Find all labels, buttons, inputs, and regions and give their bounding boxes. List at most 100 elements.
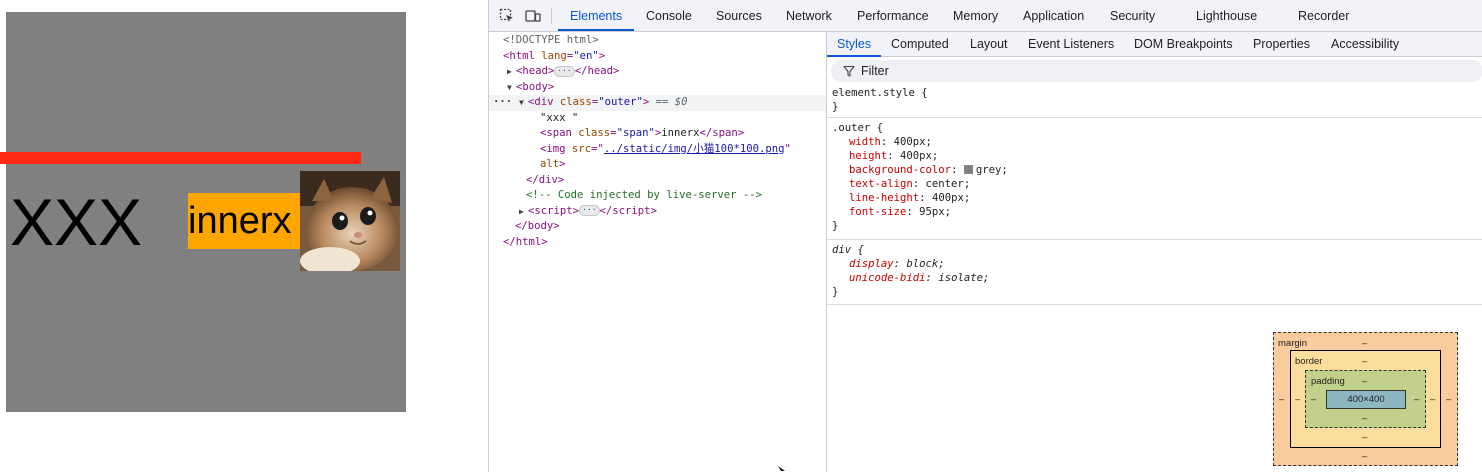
expand-triangle-icon[interactable]: ▶ — [519, 204, 528, 220]
rule-div-user-agent[interactable]: div { display: block; unicode-bidi: isol… — [827, 240, 1482, 305]
collapse-triangle-icon[interactable]: ▼ — [507, 80, 516, 96]
tab-styles[interactable]: Styles — [837, 32, 871, 56]
rule-selector: div { — [832, 244, 864, 256]
css-property[interactable]: font-size: 95px; — [849, 205, 951, 219]
margin-left-value[interactable]: – — [1279, 395, 1284, 405]
tab-dom-breakpoints[interactable]: DOM Breakpoints — [1134, 32, 1233, 56]
img-src-link[interactable]: ../static/img/小猫100*100.png — [604, 143, 785, 155]
rule-selector: element.style { — [832, 87, 928, 99]
cat-image — [300, 171, 400, 271]
border-left-value[interactable]: – — [1295, 395, 1300, 405]
padding-left-value[interactable]: – — [1311, 395, 1316, 405]
padding-right-value[interactable]: – — [1414, 395, 1419, 405]
dom-doctype[interactable]: <!DOCTYPE html> — [489, 33, 826, 49]
img-tag: img — [546, 142, 566, 155]
tab-lighthouse[interactable]: Lighthouse — [1196, 0, 1257, 31]
dom-html[interactable]: <html lang="en"> — [489, 49, 826, 65]
dom-head[interactable]: ▶ <head> ··· </head> — [489, 64, 826, 80]
filter-icon — [843, 65, 855, 77]
tab-security[interactable]: Security — [1110, 0, 1155, 31]
dom-body[interactable]: ▼ <body> — [489, 80, 826, 96]
rule-close: } — [832, 286, 839, 298]
dom-body-close[interactable]: </body> — [489, 219, 826, 235]
head-close-tag: head — [587, 65, 614, 77]
margin-bottom-value[interactable]: – — [1362, 452, 1367, 462]
text-node-value: "xxx " — [540, 111, 579, 124]
body-close-tag: body — [527, 220, 554, 232]
color-swatch[interactable] — [963, 165, 973, 174]
devtools-panel: Elements Console Sources Network Perform… — [488, 0, 1482, 472]
devtools-main-tabs: Elements Console Sources Network Perform… — [489, 0, 1482, 32]
padding-bottom-value[interactable]: – — [1362, 414, 1367, 424]
html-tag: html — [509, 49, 535, 62]
tab-sources[interactable]: Sources — [716, 0, 762, 31]
css-property[interactable]: text-align: center; — [849, 177, 970, 191]
tab-properties[interactable]: Properties — [1253, 32, 1310, 56]
dom-img[interactable]: <img src="../static/img/小猫100*100.png" — [489, 142, 826, 158]
collapse-triangle-icon[interactable]: ▼ — [519, 95, 528, 111]
rule-element-style[interactable]: element.style { } — [827, 85, 1482, 118]
head-tag: head — [522, 65, 548, 77]
border-bottom-value[interactable]: – — [1362, 433, 1367, 443]
border-top-value[interactable]: – — [1362, 357, 1367, 367]
red-line — [0, 152, 361, 164]
dom-text-node[interactable]: "xxx " — [489, 111, 826, 127]
expand-triangle-icon[interactable]: ▶ — [507, 64, 516, 80]
css-property: unicode-bidi: isolate; — [849, 272, 990, 284]
body-tag: body — [522, 80, 548, 93]
tab-layout[interactable]: Layout — [970, 32, 1008, 56]
tab-console[interactable]: Console — [646, 0, 692, 31]
tab-network[interactable]: Network — [786, 0, 832, 31]
collapsed-ellipsis[interactable]: ··· — [579, 205, 600, 216]
inspect-element-icon[interactable] — [499, 8, 515, 24]
css-property[interactable]: background-color: grey; — [849, 163, 1008, 177]
box-model-content[interactable]: 400×400 — [1326, 390, 1406, 409]
tab-recorder[interactable]: Recorder — [1298, 0, 1349, 31]
tab-event-listeners[interactable]: Event Listeners — [1028, 32, 1114, 56]
tab-elements[interactable]: Elements — [570, 0, 622, 31]
filter-placeholder: Filter — [861, 64, 889, 78]
css-property[interactable]: line-height: 400px; — [849, 191, 970, 205]
margin-top-value[interactable]: – — [1362, 339, 1367, 349]
more-options-icon[interactable]: ··· — [493, 95, 512, 111]
img-attr: src — [571, 142, 592, 155]
img-alt-attr: alt — [540, 158, 560, 170]
padding-label: padding — [1311, 376, 1345, 387]
css-property[interactable]: height: 400px; — [849, 149, 938, 163]
dom-div-outer[interactable]: ··· ▼ <div class="outer"> == $0 — [489, 95, 826, 111]
rule-close: } — [832, 101, 839, 113]
css-property[interactable]: width: 400px; — [849, 135, 932, 149]
script-tag: script — [534, 204, 573, 217]
span-text: innerx — [661, 127, 700, 139]
styles-filter-input[interactable]: Filter — [831, 60, 1482, 82]
dom-html-close[interactable]: </html> — [489, 235, 826, 251]
dom-script[interactable]: ▶ <script> ··· </script> — [489, 204, 826, 220]
mouse-cursor-icon — [778, 466, 785, 471]
css-property: display: block; — [849, 258, 945, 270]
dom-tree: <!DOCTYPE html> <html lang="en"> ▶ <head>… — [489, 32, 827, 472]
collapsed-ellipsis[interactable]: ··· — [554, 65, 575, 77]
dom-span[interactable]: <span class="span">innerx</span> — [489, 126, 826, 142]
tab-computed[interactable]: Computed — [891, 32, 949, 56]
span-attr-value: "span" — [616, 127, 655, 139]
border-right-value[interactable]: – — [1430, 395, 1435, 405]
span-tag: span — [546, 127, 572, 139]
selected-node-marker: == $0 — [655, 96, 688, 108]
html-attr-value: "en" — [573, 49, 599, 62]
dom-div-close[interactable]: </div> — [489, 173, 826, 189]
toolbar-divider — [551, 8, 552, 24]
rule-outer[interactable]: .outer { width: 400px; height: 400px; ba… — [827, 118, 1482, 240]
tab-accessibility[interactable]: Accessibility — [1331, 32, 1399, 56]
tab-memory[interactable]: Memory — [953, 0, 998, 31]
dom-comment[interactable]: <!-- Code injected by live-server --> — [489, 188, 826, 204]
tab-application[interactable]: Application — [1023, 0, 1084, 31]
padding-top-value[interactable]: – — [1362, 377, 1367, 387]
div-tag: div — [534, 96, 554, 108]
device-toolbar-icon[interactable] — [525, 8, 541, 24]
active-tab-indicator — [558, 29, 634, 31]
div-attr-value: "outer" — [598, 96, 643, 108]
dom-img-alt[interactable]: alt> — [489, 157, 826, 173]
margin-right-value[interactable]: – — [1446, 395, 1451, 405]
border-label: border — [1295, 356, 1323, 367]
tab-performance[interactable]: Performance — [857, 0, 929, 31]
